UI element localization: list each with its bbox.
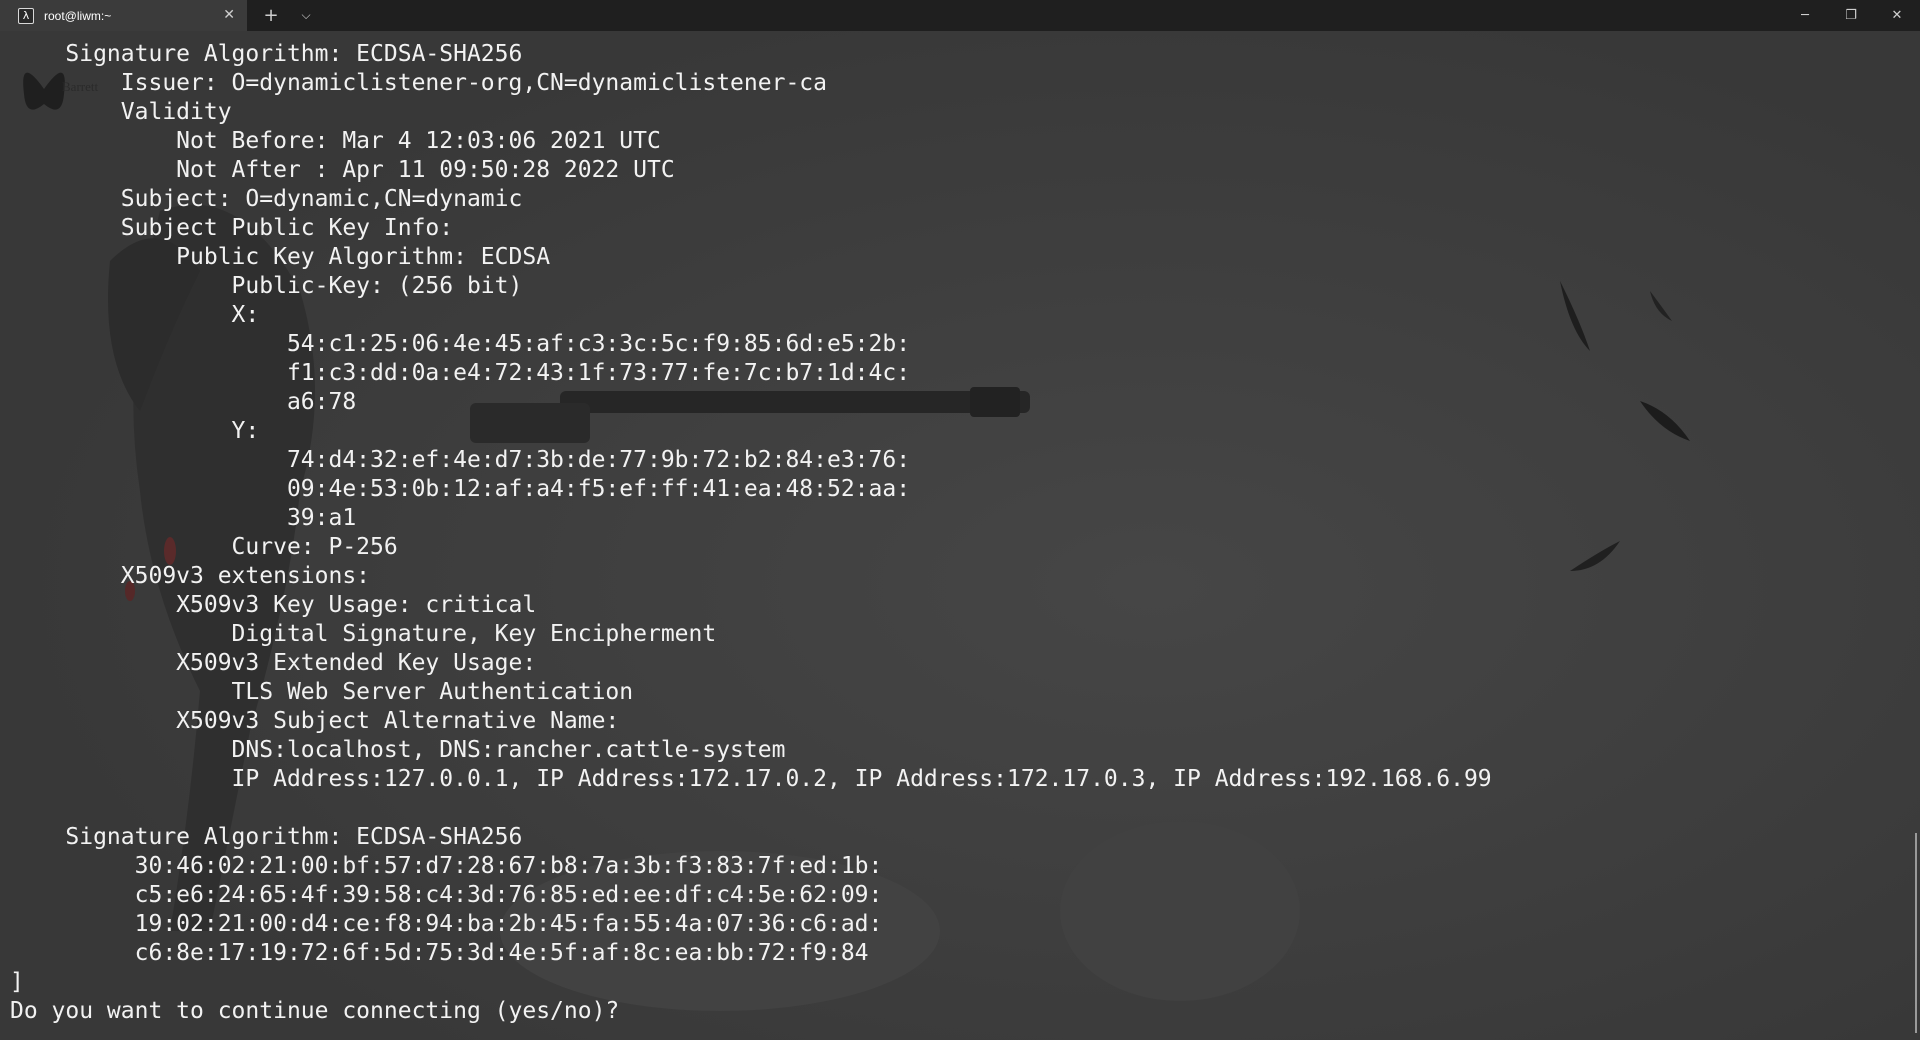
terminal-line: Issuer: O=dynamiclistener-org,CN=dynamic… <box>10 70 827 96</box>
terminal-line: f1:c3:dd:0a:e4:72:43:1f:73:77:fe:7c:b7:1… <box>10 360 911 386</box>
tab-title: root@liwm:~ <box>44 8 112 23</box>
terminal-line: IP Address:127.0.0.1, IP Address:172.17.… <box>10 766 1492 792</box>
scrollbar[interactable] <box>1915 833 1917 1033</box>
terminal-line: 39:a1 <box>10 505 357 531</box>
terminal-line: ] <box>10 969 24 995</box>
terminal-line: X509v3 Subject Alternative Name: <box>10 708 620 734</box>
title-bar[interactable]: λ root@liwm:~ ✕ + ⌵ ─ ❐ ✕ <box>0 0 1920 31</box>
terminal-line: Signature Algorithm: ECDSA-SHA256 <box>10 824 523 850</box>
terminal-line: Not After : Apr 11 09:50:28 2022 UTC <box>10 157 675 183</box>
terminal-line: Curve: P-256 <box>10 534 398 560</box>
terminal-output-area[interactable]: Barrett Signature Algorithm: ECDSA-SHA25… <box>0 31 1920 1040</box>
terminal-line: 19:02:21:00:d4:ce:f8:94:ba:2b:45:fa:55:4… <box>10 911 883 937</box>
terminal-line: TLS Web Server Authentication <box>10 679 634 705</box>
new-tab-button[interactable]: + <box>249 0 293 31</box>
terminal-text: Signature Algorithm: ECDSA-SHA256 Issuer… <box>10 40 1492 1026</box>
terminal-line: Public-Key: (256 bit) <box>10 273 523 299</box>
terminal-line: DNS:localhost, DNS:rancher.cattle-system <box>10 737 786 763</box>
terminal-line: 54:c1:25:06:4e:45:af:c3:3c:5c:f9:85:6d:e… <box>10 331 911 357</box>
terminal-line: Validity <box>10 99 232 125</box>
terminal-line: 09:4e:53:0b:12:af:a4:f5:ef:ff:41:ea:48:5… <box>10 476 911 502</box>
close-window-button[interactable]: ✕ <box>1874 0 1920 31</box>
terminal-line: Not Before: Mar 4 12:03:06 2021 UTC <box>10 128 661 154</box>
terminal-line: Public Key Algorithm: ECDSA <box>10 244 551 270</box>
terminal-line: Subject: O=dynamic,CN=dynamic <box>10 186 523 212</box>
terminal-line: c6:8e:17:19:72:6f:5d:75:3d:4e:5f:af:8c:e… <box>10 940 869 966</box>
maximize-button[interactable]: ❐ <box>1828 0 1874 31</box>
terminal-line: X509v3 Extended Key Usage: <box>10 650 537 676</box>
terminal-line: 30:46:02:21:00:bf:57:d7:28:67:b8:7a:3b:f… <box>10 853 883 879</box>
terminal-line: X509v3 Key Usage: critical <box>10 592 537 618</box>
title-bar-drag-area[interactable] <box>319 0 1782 31</box>
terminal-line: X509v3 extensions: <box>10 563 371 589</box>
terminal-line: a6:78 <box>10 389 357 415</box>
tab-root-liwm[interactable]: λ root@liwm:~ ✕ <box>0 0 247 31</box>
terminal-line: c5:e6:24:65:4f:39:58:c4:3d:76:85:ed:ee:d… <box>10 882 883 908</box>
terminal-line: 74:d4:32:ef:4e:d7:3b:de:77:9b:72:b2:84:e… <box>10 447 911 473</box>
terminal-line: Subject Public Key Info: <box>10 215 454 241</box>
terminal-line: Signature Algorithm: ECDSA-SHA256 <box>10 41 523 67</box>
terminal-line: Do you want to continue connecting (yes/… <box>10 998 634 1024</box>
terminal-line: Digital Signature, Key Encipherment <box>10 621 717 647</box>
terminal-app-icon: λ <box>18 7 34 24</box>
minimize-button[interactable]: ─ <box>1782 0 1828 31</box>
chevron-down-icon[interactable]: ⌵ <box>293 0 319 31</box>
close-tab-icon[interactable]: ✕ <box>223 7 235 23</box>
terminal-line: X: <box>10 302 260 328</box>
terminal-window: λ root@liwm:~ ✕ + ⌵ ─ ❐ ✕ Barrett Signat… <box>0 0 1920 1040</box>
terminal-line: Y: <box>10 418 260 444</box>
